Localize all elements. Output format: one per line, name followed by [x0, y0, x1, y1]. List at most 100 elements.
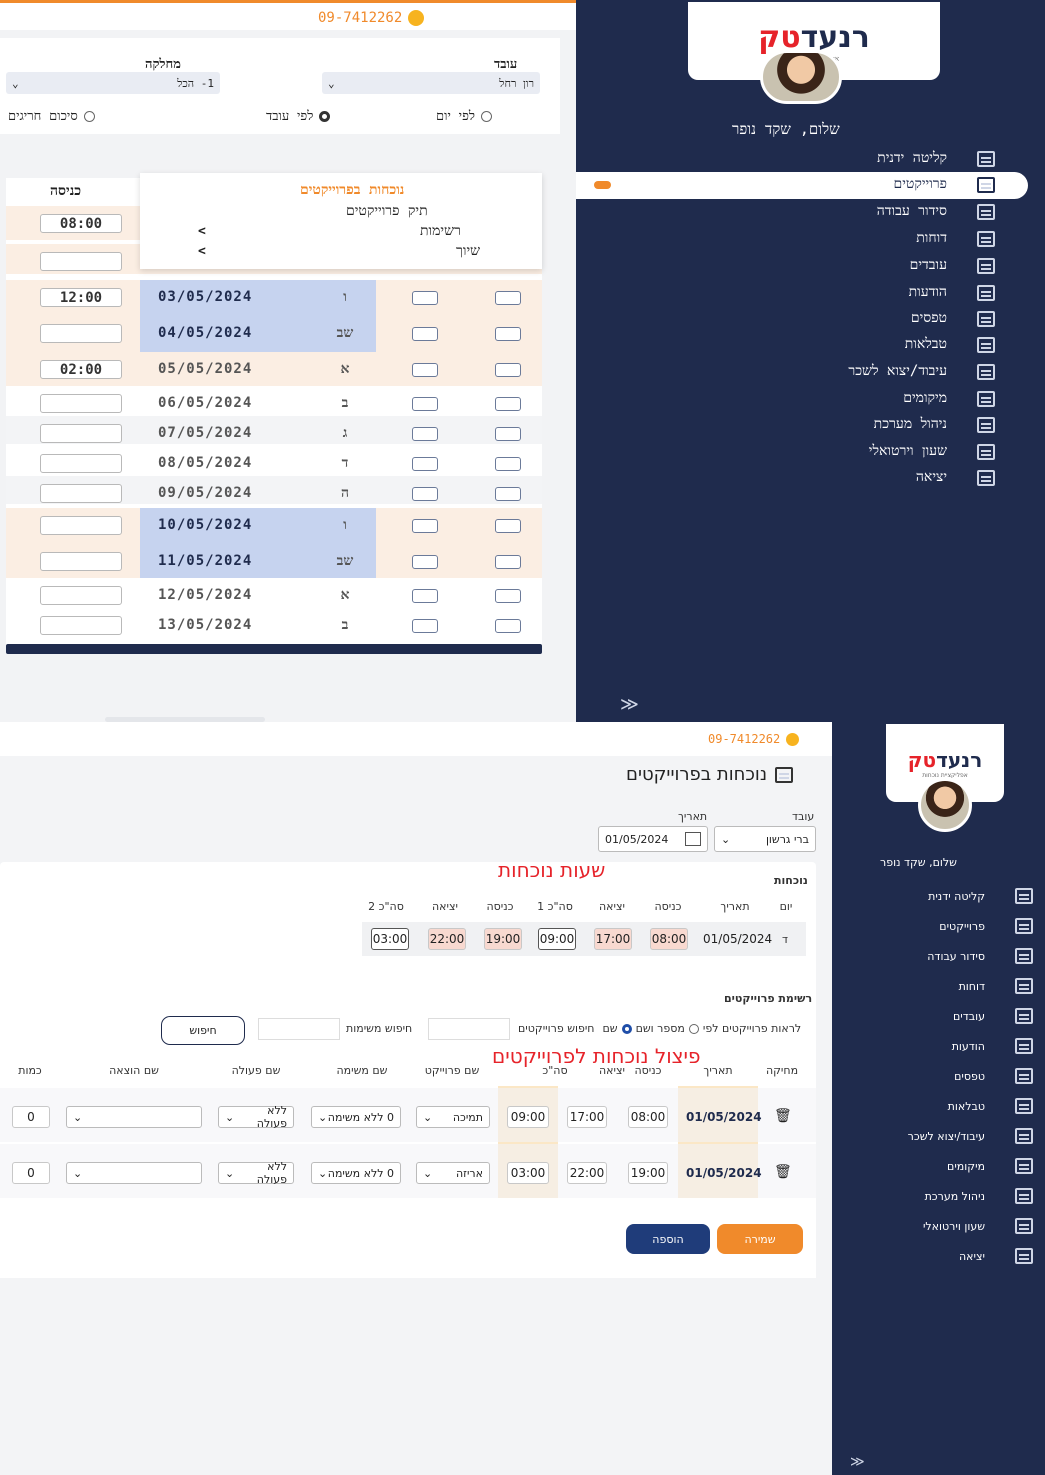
row-checkbox[interactable]: [495, 589, 521, 603]
action-select[interactable]: ללא פעולה ⌄: [218, 1160, 294, 1186]
row-checkbox[interactable]: [495, 457, 521, 471]
entry-time-input[interactable]: [40, 324, 122, 343]
row-checkbox[interactable]: [412, 397, 438, 411]
action-select[interactable]: ללא פעולה ⌄: [218, 1104, 294, 1130]
sidebar-item[interactable]: הודעות: [952, 1038, 1033, 1054]
employee-select[interactable]: רון רחל ⌄: [322, 72, 540, 94]
entry-time-input[interactable]: [40, 454, 122, 473]
search-projects-input[interactable]: [428, 1018, 510, 1040]
dept-select[interactable]: 1- הכל ⌄: [6, 72, 220, 94]
sidebar-item[interactable]: פרוייקטים: [939, 918, 1033, 934]
entry-time-input[interactable]: [40, 484, 122, 503]
sidebar-item[interactable]: קליטה ידנית: [877, 150, 995, 167]
task-select[interactable]: 0 ללא משימה ⌄: [311, 1162, 401, 1184]
row-checkbox[interactable]: [412, 457, 438, 471]
project-out-time[interactable]: 22:00: [567, 1162, 607, 1184]
row-checkbox[interactable]: [495, 555, 521, 569]
dropdown-title[interactable]: נוכחות בפרוייקטים: [300, 182, 404, 199]
chevron-left-icon[interactable]: <: [198, 224, 206, 239]
top-phone[interactable]: 09-7412262: [318, 10, 425, 26]
sidebar-item[interactable]: סידור עבודה: [927, 948, 1033, 964]
row-checkbox[interactable]: [495, 363, 521, 377]
project-out-time[interactable]: 17:00: [567, 1106, 607, 1128]
row-checkbox[interactable]: [412, 589, 438, 603]
dropdown-item-projects-file[interactable]: תיק פרוייקטים: [346, 203, 428, 220]
entry-time-input[interactable]: [40, 516, 122, 535]
radio-name-selected[interactable]: [621, 1023, 632, 1034]
sidebar-item[interactable]: ניהול מערכת: [874, 416, 995, 433]
date-field[interactable]: 01/05/2024: [598, 826, 708, 852]
avatar[interactable]: [760, 50, 842, 104]
row-checkbox[interactable]: [412, 487, 438, 501]
radio-by-employee[interactable]: לפי עובד: [266, 108, 331, 124]
sidebar-item[interactable]: ניהול מערכת: [925, 1188, 1033, 1204]
radio-exceptions[interactable]: סיכום חריגים: [8, 108, 95, 124]
expense-select[interactable]: ⌄: [66, 1106, 202, 1128]
entry-time-input[interactable]: [40, 394, 122, 413]
sidebar-item[interactable]: טבלאות: [948, 1098, 1033, 1114]
entry-time-input[interactable]: 02:00: [40, 360, 122, 379]
entry-time-input[interactable]: [40, 586, 122, 605]
sidebar-item[interactable]: טפסים: [954, 1068, 1033, 1084]
row-checkbox[interactable]: [412, 519, 438, 533]
project-select[interactable]: תמיכה ⌄: [416, 1106, 490, 1128]
sidebar-item[interactable]: שעון וירטואלי: [869, 443, 995, 460]
radio-number-name[interactable]: [688, 1023, 699, 1034]
add-button[interactable]: הוספה: [626, 1224, 710, 1254]
row-checkbox[interactable]: [495, 427, 521, 441]
chevron-left-icon[interactable]: <: [198, 244, 206, 259]
row-checkbox[interactable]: [412, 291, 438, 305]
sidebar-item[interactable]: מיקומים: [947, 1158, 1033, 1174]
entry-time-input[interactable]: 12:00: [40, 288, 122, 307]
sidebar-item[interactable]: טבלאות: [905, 336, 995, 353]
sidebar-item[interactable]: יציאה: [959, 1248, 1033, 1264]
row-checkbox[interactable]: [412, 327, 438, 341]
sidebar-item[interactable]: עיבוד/יצוא לשכר: [848, 363, 995, 380]
sidebar-item[interactable]: דוחות: [916, 230, 995, 247]
entry-time-input[interactable]: [40, 552, 122, 571]
dropdown-item-assign[interactable]: שיוך: [456, 243, 480, 260]
sidebar-item[interactable]: דוחות: [959, 978, 1033, 994]
save-button[interactable]: שמירה: [717, 1224, 803, 1254]
row-checkbox[interactable]: [495, 519, 521, 533]
entry-time-input[interactable]: 08:00: [40, 214, 122, 233]
row-checkbox[interactable]: [412, 427, 438, 441]
row-checkbox[interactable]: [412, 363, 438, 377]
bottom-phone[interactable]: 09-7412262: [708, 732, 800, 746]
quantity-input[interactable]: 0: [12, 1162, 50, 1184]
dropdown-item-lists[interactable]: רשימות: [420, 223, 461, 240]
project-in-time[interactable]: 08:00: [628, 1106, 668, 1128]
collapse-icon[interactable]: ≫: [620, 694, 639, 715]
trash-icon[interactable]: 🗑: [774, 1164, 792, 1180]
sidebar-item[interactable]: עיבוד/יצוא לשכר: [908, 1128, 1033, 1144]
row-checkbox[interactable]: [495, 397, 521, 411]
expense-select[interactable]: ⌄: [66, 1162, 202, 1184]
entry-time-input[interactable]: [40, 616, 122, 635]
quantity-input[interactable]: 0: [12, 1106, 50, 1128]
entry-time-input[interactable]: [40, 424, 122, 443]
row-checkbox[interactable]: [412, 619, 438, 633]
row-checkbox[interactable]: [495, 327, 521, 341]
entry-time-input[interactable]: [40, 252, 122, 271]
sidebar-item[interactable]: הודעות: [909, 284, 995, 301]
sidebar-item[interactable]: סידור עבודה: [877, 203, 995, 220]
search-tasks-input[interactable]: [258, 1018, 340, 1040]
project-in-time[interactable]: 19:00: [628, 1162, 668, 1184]
search-button[interactable]: חיפוש: [161, 1016, 245, 1045]
sidebar-item[interactable]: עובדים: [910, 257, 995, 274]
avatar[interactable]: [918, 778, 972, 832]
sidebar-item[interactable]: יציאה: [916, 469, 995, 486]
task-select[interactable]: 0 ללא משימה ⌄: [311, 1106, 401, 1128]
sidebar-item[interactable]: מיקומים: [903, 390, 995, 407]
trash-icon[interactable]: 🗑: [774, 1108, 792, 1124]
project-select[interactable]: אריזה ⌄: [416, 1162, 490, 1184]
sidebar-item[interactable]: עובדים: [953, 1008, 1033, 1024]
employee-select[interactable]: ברי גרשון ⌄: [714, 826, 816, 852]
sidebar-item[interactable]: טפסים: [911, 310, 995, 327]
sidebar-item[interactable]: קליטה ידנית: [928, 888, 1033, 904]
sidebar-item[interactable]: שעון וירטואלי: [923, 1218, 1033, 1234]
radio-by-day[interactable]: לפי יום: [436, 108, 492, 124]
row-checkbox[interactable]: [495, 291, 521, 305]
row-checkbox[interactable]: [412, 555, 438, 569]
sidebar-item[interactable]: פרוייקטים: [894, 176, 995, 193]
